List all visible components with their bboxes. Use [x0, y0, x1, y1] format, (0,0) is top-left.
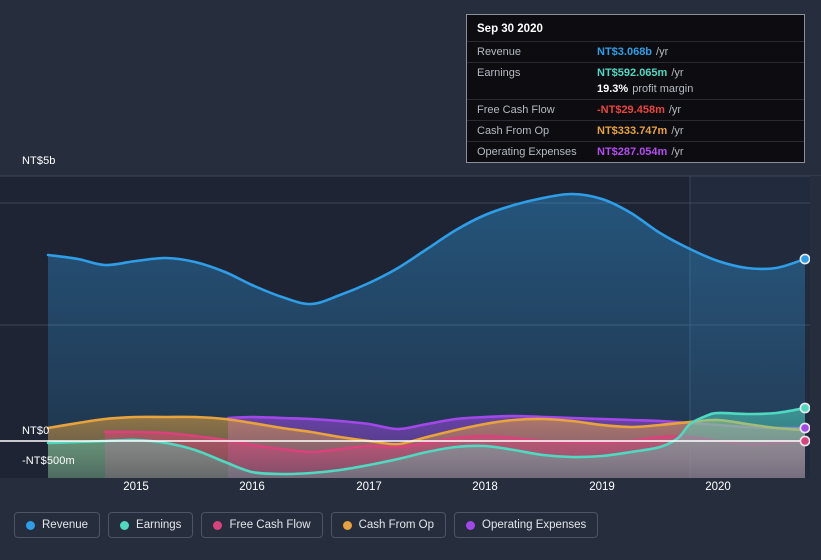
right-edge-mask	[810, 176, 821, 478]
tooltip-row-value: -NT$29.458m/yr	[597, 104, 682, 116]
x-axis-tick-2016: 2016	[239, 481, 265, 493]
legend-item-cash-from-op[interactable]: Cash From Op	[330, 512, 447, 538]
legend-item-earnings[interactable]: Earnings	[108, 512, 194, 538]
tooltip-row-unit: /yr	[671, 125, 684, 137]
legend-color-dot-icon	[120, 520, 130, 530]
tooltip-row-value: NT$287.054m/yr	[597, 146, 684, 158]
tooltip-row-unit: /yr	[671, 67, 684, 79]
tooltip-row-unit: /yr	[668, 104, 682, 116]
tooltip-row: Free Cash Flow -NT$29.458m/yr	[467, 99, 804, 120]
tooltip-date: Sep 30 2020	[477, 23, 543, 35]
legend-color-dot-icon	[466, 520, 476, 530]
chart-legend: Revenue Earnings Free Cash Flow Cash From O…	[14, 512, 599, 538]
legend-color-dot-icon	[26, 520, 35, 530]
x-axis-tick-2015: 2015	[123, 481, 149, 493]
legend-item-label: Operating Expenses	[482, 519, 587, 531]
tooltip-row-key: Operating Expenses	[477, 146, 577, 158]
legend-color-dot-icon	[213, 520, 223, 530]
tooltip-row-unit: /yr	[671, 146, 684, 158]
tooltip-row-value: NT$333.747m/yr	[597, 125, 684, 137]
legend-item-label: Revenue	[42, 519, 89, 531]
legend-item-revenue[interactable]: Revenue	[14, 512, 101, 538]
legend-item-label: Earnings	[136, 519, 182, 531]
x-axis-tick-2018: 2018	[472, 481, 498, 493]
tooltip-row-key: Revenue	[477, 46, 522, 58]
legend-color-dot-icon	[342, 520, 352, 530]
tooltip-rows: Revenue NT$3.068b/yr Earnings NT$592.065m/y…	[467, 41, 804, 162]
tooltip-row-unit: profit margin	[632, 83, 694, 95]
financial-chart-page: NT$5b NT$0 -NT$500m 2015 2016 2017 2018 2019…	[0, 0, 821, 560]
legend-item-label: Cash From Op	[358, 519, 435, 531]
x-axis-tick-2019: 2019	[589, 481, 615, 493]
series-endpoint-marker	[799, 253, 811, 265]
series-endpoint-marker	[799, 402, 811, 414]
tooltip-row-key: Earnings	[477, 67, 521, 79]
series-endpoint-marker	[799, 422, 811, 434]
tooltip-row: Revenue NT$3.068b/yr	[467, 41, 804, 62]
chart-tooltip: Sep 30 2020 Revenue NT$3.068b/yr Earnings N…	[466, 14, 805, 163]
legend-item-operating-expenses[interactable]: Operating Expenses	[454, 512, 599, 538]
tooltip-row: Operating Expenses NT$287.054m/yr	[467, 141, 804, 162]
tooltip-row: 19.3% profit margin	[467, 83, 804, 99]
x-axis-tick-2017: 2017	[356, 481, 382, 493]
legend-item-label: Free Cash Flow	[229, 519, 311, 531]
tooltip-row: Earnings NT$592.065m/yr	[467, 62, 804, 83]
legend-item-free-cash-flow[interactable]: Free Cash Flow	[201, 512, 323, 538]
tooltip-row-value: NT$592.065m/yr	[597, 67, 684, 79]
tooltip-row-unit: /yr	[656, 46, 669, 58]
x-axis-tick-2020: 2020	[705, 481, 731, 493]
tooltip-row-key: Cash From Op	[477, 125, 550, 137]
series-endpoint-marker	[799, 435, 811, 447]
tooltip-row-value: NT$3.068b/yr	[597, 46, 669, 58]
tooltip-row-key: Free Cash Flow	[477, 104, 555, 116]
tooltip-row-value: 19.3% profit margin	[597, 83, 694, 95]
tooltip-row: Cash From Op NT$333.747m/yr	[467, 120, 804, 141]
